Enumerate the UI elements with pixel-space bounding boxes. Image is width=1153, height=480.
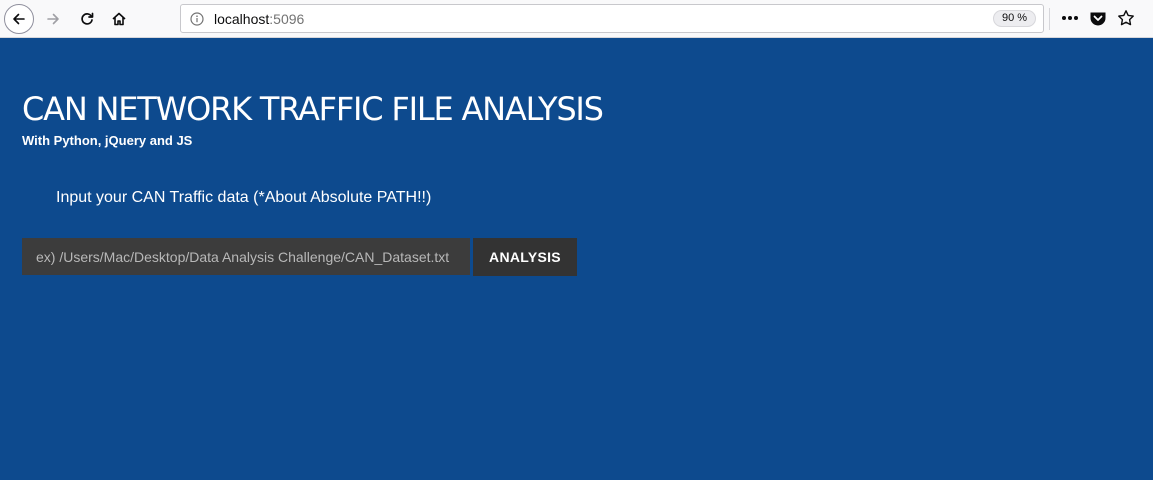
pocket-button[interactable] xyxy=(1087,7,1109,29)
home-button[interactable] xyxy=(104,4,134,34)
url-port: :5096 xyxy=(269,11,305,27)
back-icon xyxy=(13,13,25,25)
zoom-level-badge[interactable]: 90 % xyxy=(993,10,1037,27)
url-host: localhost xyxy=(214,11,270,27)
forward-button[interactable] xyxy=(38,4,68,34)
input-instruction-label: Input your CAN Traffic data (*About Abso… xyxy=(56,189,432,206)
more-icon xyxy=(1062,16,1078,20)
toolbar-divider xyxy=(1049,8,1050,30)
bookmark-button[interactable] xyxy=(1115,7,1137,29)
browser-toolbar: localhost:5096 90 % xyxy=(0,0,1153,38)
page-title: CAN NETWORK TRAFFIC FILE ANALYSIS xyxy=(22,90,604,128)
page-subtitle: With Python, jQuery and JS xyxy=(22,133,193,148)
reload-icon xyxy=(81,12,94,25)
home-icon xyxy=(112,12,126,26)
page-actions-button[interactable] xyxy=(1059,7,1081,29)
url-text: localhost:5096 xyxy=(214,11,304,27)
back-button[interactable] xyxy=(4,4,34,34)
forward-icon xyxy=(47,13,59,25)
reload-button[interactable] xyxy=(72,4,102,34)
bookmark-star-icon xyxy=(1118,10,1134,26)
pocket-icon xyxy=(1090,12,1106,25)
info-icon[interactable] xyxy=(190,12,204,26)
url-bar[interactable]: localhost:5096 90 % xyxy=(180,4,1044,33)
analysis-button[interactable]: ANALYSIS xyxy=(473,238,577,276)
file-path-input[interactable] xyxy=(22,238,470,275)
